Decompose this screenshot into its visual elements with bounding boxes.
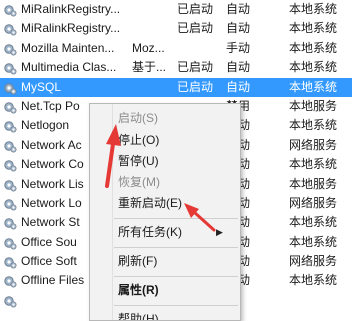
service-row[interactable]: MiRalinkRegistry... 已启动 自动 本地系统	[0, 0, 352, 19]
menu-item-pause[interactable]: 暂停(U)	[90, 151, 240, 171]
service-name: MiRalinkRegistry...	[21, 21, 121, 36]
service-logon-as: 本地服务	[289, 176, 338, 191]
service-logon-as: 本地系统	[289, 60, 338, 75]
menu-item-restart[interactable]: 重新启动(E)	[90, 193, 240, 213]
menu-item-resume-label: 恢复(M)	[118, 175, 160, 189]
service-logon-as: 本地系统	[289, 21, 338, 36]
gear-icon	[3, 119, 17, 133]
gear-icon	[3, 139, 17, 153]
service-name: MiRalinkRegistry...	[21, 2, 121, 16]
menu-item-properties[interactable]: 属性(R)	[90, 280, 240, 300]
gear-icon	[3, 216, 17, 230]
service-logon-as: 本地系统	[289, 79, 338, 94]
service-description: 基于...	[132, 60, 167, 75]
menu-separator	[114, 247, 238, 248]
service-name: Mozilla Mainten...	[21, 40, 115, 55]
menu-item-pause-label: 暂停(U)	[118, 154, 159, 168]
menu-item-all-tasks-label: 所有任务(K)	[118, 225, 182, 239]
menu-separator	[114, 305, 238, 306]
service-status: 已启动	[177, 79, 214, 94]
menu-item-properties-label: 属性(R)	[118, 283, 159, 297]
menu-item-start-label: 启动(S)	[118, 111, 158, 125]
gear-icon	[3, 178, 17, 192]
gear-icon	[3, 3, 17, 17]
menu-item-refresh-label: 刷新(F)	[118, 254, 158, 268]
service-logon-as: 本地系统	[289, 2, 338, 16]
gear-icon	[3, 81, 17, 95]
service-name: MySQL	[21, 79, 62, 94]
submenu-arrow-icon: ▶	[216, 227, 223, 237]
service-row[interactable]: Multimedia Clas... 基于... 已启动 自动 本地系统	[0, 58, 352, 77]
service-status: 已启动	[177, 60, 214, 75]
service-logon-as: 网络服务	[289, 137, 338, 152]
gear-icon	[3, 294, 17, 308]
menu-item-stop-label: 停止(O)	[118, 133, 160, 147]
service-logon-as: 本地服务	[289, 98, 338, 113]
service-logon-as: 本地系统	[289, 157, 338, 172]
service-row[interactable]: MiRalinkRegistry... 已启动 自动 本地系统	[0, 19, 352, 38]
service-description: Moz...	[132, 40, 165, 55]
service-logon-as: 本地系统	[289, 215, 338, 230]
gear-icon	[3, 197, 17, 211]
service-logon-as: 本地系统	[289, 118, 338, 133]
service-row[interactable]: MySQL 已启动 自动 本地系统	[0, 77, 352, 97]
menu-item-restart-label: 重新启动(E)	[118, 196, 182, 210]
menu-item-help[interactable]: 帮助(H)	[90, 309, 240, 321]
service-name: Multimedia Clas...	[21, 60, 117, 75]
gear-icon	[3, 158, 17, 172]
menu-item-all-tasks[interactable]: 所有任务(K) ▶	[90, 222, 240, 242]
service-row[interactable]: Mozilla Mainten... Moz... 手动 本地系统	[0, 39, 352, 58]
menu-separator	[114, 218, 238, 219]
menu-item-stop[interactable]: 停止(O)	[90, 130, 240, 150]
service-logon-as: 本地系统	[289, 40, 338, 55]
gear-icon	[3, 255, 17, 269]
gear-icon	[3, 274, 17, 288]
gear-icon	[3, 42, 17, 56]
service-logon-as: 网络服务	[289, 254, 338, 269]
menu-item-resume[interactable]: 恢复(M)	[90, 172, 240, 192]
gear-icon	[3, 22, 17, 36]
menu-item-start[interactable]: 启动(S)	[90, 108, 240, 128]
gear-icon	[3, 61, 17, 75]
gear-icon	[3, 100, 17, 114]
service-status: 已启动	[177, 2, 214, 16]
service-startup-type: 手动	[226, 40, 251, 55]
context-menu: 启动(S) 停止(O) 暂停(U) 恢复(M) 重新启动(E) 所有任务(K) …	[89, 103, 241, 321]
service-status: 已启动	[177, 21, 214, 36]
service-startup-type: 自动	[226, 60, 251, 75]
service-logon-as: 网络服务	[289, 195, 338, 210]
service-logon-as: 本地系统	[289, 273, 338, 288]
service-startup-type: 自动	[226, 2, 251, 16]
menu-item-refresh[interactable]: 刷新(F)	[90, 251, 240, 271]
service-startup-type: 自动	[226, 21, 251, 36]
menu-item-help-label: 帮助(H)	[118, 312, 159, 321]
gear-icon	[3, 236, 17, 250]
service-logon-as: 本地系统	[289, 234, 338, 249]
menu-separator	[114, 276, 238, 277]
service-startup-type: 自动	[226, 79, 251, 94]
